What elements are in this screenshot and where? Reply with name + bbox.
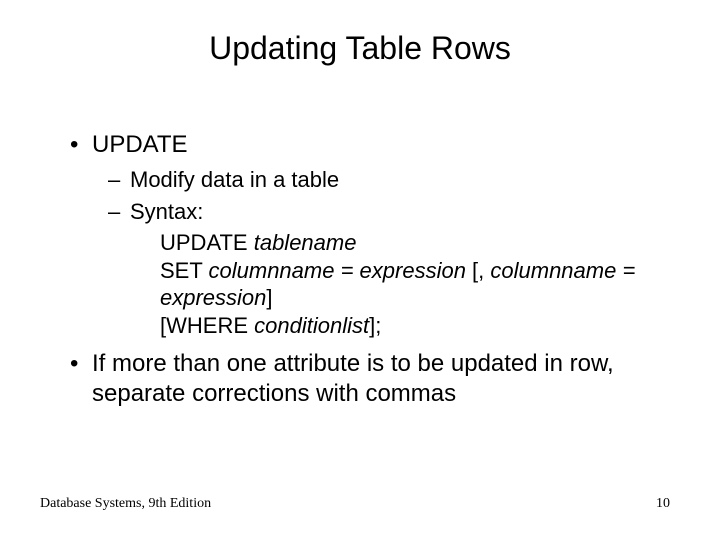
bullet-level2: Modify data in a table [70, 166, 660, 194]
bullet-level1: If more than one attribute is to be upda… [70, 349, 660, 409]
syntax-line: UPDATE tablename [160, 229, 660, 257]
slide-body: UPDATE Modify data in a table Syntax: UP… [70, 130, 660, 415]
syntax-line: [WHERE conditionlist]; [160, 312, 660, 340]
bullet-level1: UPDATE [70, 130, 660, 160]
syntax-italic: columnname = expression [209, 258, 466, 283]
bullet-text: If more than one attribute is to be upda… [92, 350, 614, 407]
bullet-text: Syntax: [130, 199, 203, 224]
syntax-text: [, [466, 258, 490, 283]
syntax-text: ] [266, 285, 272, 310]
slide: Updating Table Rows UPDATE Modify data i… [0, 0, 720, 540]
footer-left: Database Systems, 9th Edition [40, 496, 211, 512]
syntax-text: UPDATE [160, 230, 254, 255]
syntax-text: SET [160, 258, 209, 283]
syntax-italic: tablename [254, 230, 357, 255]
slide-title: Updating Table Rows [0, 30, 720, 67]
bullet-text: Modify data in a table [130, 167, 339, 192]
syntax-block: UPDATE tablename SET columnname = expres… [70, 229, 660, 339]
bullet-level2: Syntax: [70, 198, 660, 226]
syntax-italic: conditionlist [254, 313, 369, 338]
bullet-text: UPDATE [92, 131, 188, 158]
syntax-text: [WHERE [160, 313, 254, 338]
footer-page-number: 10 [656, 496, 670, 512]
syntax-line: SET columnname = expression [, columnnam… [160, 257, 660, 312]
syntax-text: ]; [369, 313, 381, 338]
